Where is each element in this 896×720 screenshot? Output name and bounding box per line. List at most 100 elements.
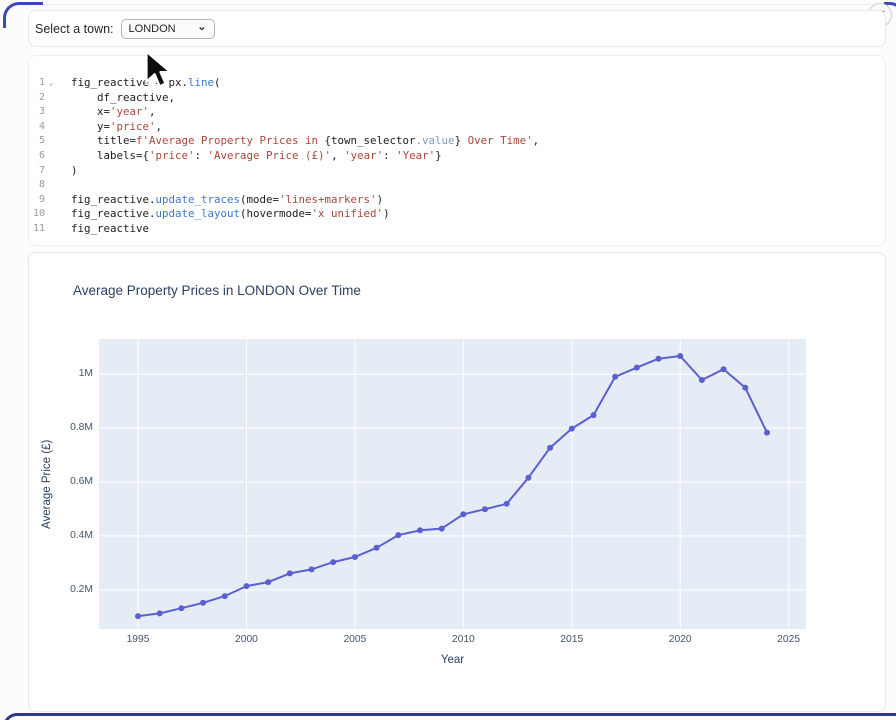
select-town-label: Select a town: [35,22,114,36]
data-point-marker[interactable] [395,532,401,538]
data-point-marker[interactable] [135,613,141,619]
next-cell-top-border [3,713,896,720]
line-number: 11 [29,222,45,237]
line-number: 10 [29,207,45,222]
data-point-marker[interactable] [547,445,553,451]
code-line: 10 fig_reactive.update_layout(hovermode='… [29,207,885,222]
data-point-marker[interactable] [178,605,184,611]
data-point-marker[interactable] [417,527,423,533]
code-token: 'Year' [396,149,435,162]
data-point-marker[interactable] [309,566,315,572]
code-token: 'year' [344,149,383,162]
code-text: fig_reactive.update_traces(mode='lines+m… [71,193,383,208]
chevron-down-icon: ⌄ [197,23,206,31]
data-point-marker[interactable] [439,526,445,532]
data-point-marker[interactable] [352,554,358,560]
code-token: update_layout [156,207,241,220]
data-point-marker[interactable] [222,593,228,599]
code-line: 3 x='year', [29,105,885,120]
data-point-marker[interactable] [287,570,293,576]
code-token: update_traces [156,193,241,206]
code-text: x='year', [71,105,156,120]
data-point-marker[interactable] [634,365,640,371]
data-point-marker[interactable] [265,579,271,585]
code-token: ) [383,207,390,220]
fold-spacer [45,222,57,237]
data-point-marker[interactable] [157,610,163,616]
code-text: ) [71,164,78,179]
data-point-marker[interactable] [656,356,662,362]
code-line: 4 y='price', [29,120,885,135]
data-point-marker[interactable] [525,475,531,481]
code-token: .value [416,134,455,147]
line-number: 3 [29,105,45,120]
x-axis-title: Year [99,654,806,666]
fold-spacer [45,149,57,164]
line-number: 4 [29,120,45,135]
price-line-series[interactable] [138,356,767,616]
code-line: 11 fig_reactive [29,222,885,237]
code-token: , [149,105,156,118]
y-axis-title: Average Price (£) [41,339,57,629]
code-token: (hovermode= [240,207,312,220]
fold-spacer [45,91,57,106]
town-selector-card: Select a town: LONDON ⌄ [28,10,886,47]
data-point-marker[interactable] [699,377,705,383]
code-token: Over Time' [461,134,533,147]
code-editor[interactable]: 1⌄fig_reactive = px.line(2 df_reactive,3… [29,76,885,237]
x-tick-label: 2010 [443,634,483,645]
x-tick-label: 2020 [660,634,700,645]
code-token: 'Average Price (£)' [208,149,332,162]
data-point-marker[interactable] [742,385,748,391]
data-point-marker[interactable] [374,545,380,551]
code-token: {town_selector [325,134,416,147]
plot-area[interactable] [99,339,806,629]
code-token: x= [71,105,110,118]
data-point-marker[interactable] [721,366,727,372]
data-point-marker[interactable] [612,374,618,380]
data-point-marker[interactable] [330,559,336,565]
line-number: 6 [29,149,45,164]
fold-spacer [45,164,57,179]
code-token: title= [71,134,136,147]
code-token: 'x unified' [312,207,384,220]
data-point-marker[interactable] [244,583,250,589]
code-text: fig_reactive [71,222,149,237]
data-point-marker[interactable] [569,426,575,432]
fold-spacer [45,134,57,149]
code-line: 9 fig_reactive.update_traces(mode='lines+… [29,193,885,208]
code-token: fig_reactive. [71,207,156,220]
line-number: 5 [29,134,45,149]
code-token: 'year' [110,105,149,118]
fold-spacer [45,193,57,208]
code-token: , [156,120,163,133]
data-point-marker[interactable] [764,430,770,436]
line-number: 9 [29,193,45,208]
code-token: (mode= [240,193,279,206]
data-point-marker[interactable] [200,600,206,606]
x-tick-label: 2015 [552,634,592,645]
code-token: fig_reactive. [71,193,156,206]
code-text: labels={'price': 'Average Price (£)', 'y… [71,149,442,164]
town-select[interactable]: LONDON ⌄ [121,19,215,39]
code-token: ) [377,193,384,206]
code-token: fig_reactive [71,222,149,235]
line-number: 7 [29,164,45,179]
fold-spacer [45,120,57,135]
code-token: 'price' [149,149,195,162]
code-token: : [195,149,208,162]
mouse-cursor [145,50,179,94]
data-point-marker[interactable] [504,501,510,507]
fold-spacer [45,207,57,222]
data-point-marker[interactable] [460,511,466,517]
fold-arrow-icon[interactable]: ⌄ [45,76,57,91]
x-tick-label: 2000 [226,634,266,645]
code-token: ( [214,76,221,89]
data-point-marker[interactable] [482,506,488,512]
data-point-marker[interactable] [591,412,597,418]
chart-title: Average Property Prices in LONDON Over T… [73,283,361,298]
code-line: 5 title=f'Average Property Prices in {to… [29,134,885,149]
chart-cell: Average Property Prices in LONDON Over T… [28,252,886,712]
code-line: 7) [29,164,885,179]
data-point-marker[interactable] [677,353,683,359]
